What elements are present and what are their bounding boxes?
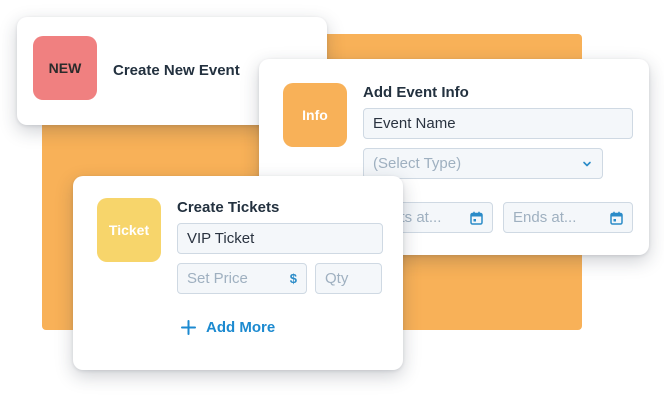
info-badge: Info	[283, 83, 347, 147]
set-price-field[interactable]: Set Price $	[177, 263, 307, 294]
event-type-select[interactable]: (Select Type)	[363, 148, 603, 179]
quantity-field[interactable]: Qty	[315, 263, 382, 294]
create-new-event-title: Create New Event	[113, 62, 240, 79]
info-badge-label: Info	[302, 107, 328, 123]
create-tickets-card: Ticket Create Tickets VIP Ticket Set Pri…	[73, 176, 403, 370]
plus-icon	[181, 320, 196, 335]
calendar-icon[interactable]	[470, 211, 483, 225]
calendar-icon[interactable]	[610, 211, 623, 225]
stage: NEW Create New Event Info Add Event Info…	[0, 0, 664, 400]
new-badge: NEW	[33, 36, 97, 100]
add-more-label: Add More	[206, 319, 276, 336]
event-type-placeholder: (Select Type)	[373, 155, 462, 172]
set-price-placeholder: Set Price	[187, 270, 248, 287]
ends-at-field[interactable]: Ends at...	[503, 202, 633, 233]
ticket-name-field[interactable]: VIP Ticket	[177, 223, 383, 254]
quantity-placeholder: Qty	[325, 270, 349, 287]
ticket-badge: Ticket	[97, 198, 161, 262]
event-name-value: Event Name	[373, 115, 456, 132]
ends-at-placeholder: Ends at...	[513, 209, 577, 226]
new-badge-label: NEW	[48, 60, 82, 76]
create-tickets-title: Create Tickets	[177, 199, 280, 216]
add-more-button[interactable]: Add More	[181, 319, 275, 336]
dollar-sign-icon: $	[289, 271, 297, 286]
ticket-badge-label: Ticket	[108, 222, 150, 238]
ticket-name-value: VIP Ticket	[187, 230, 255, 247]
event-name-field[interactable]: Event Name	[363, 108, 633, 139]
chevron-down-icon	[581, 158, 593, 170]
add-event-info-title: Add Event Info	[363, 84, 469, 101]
